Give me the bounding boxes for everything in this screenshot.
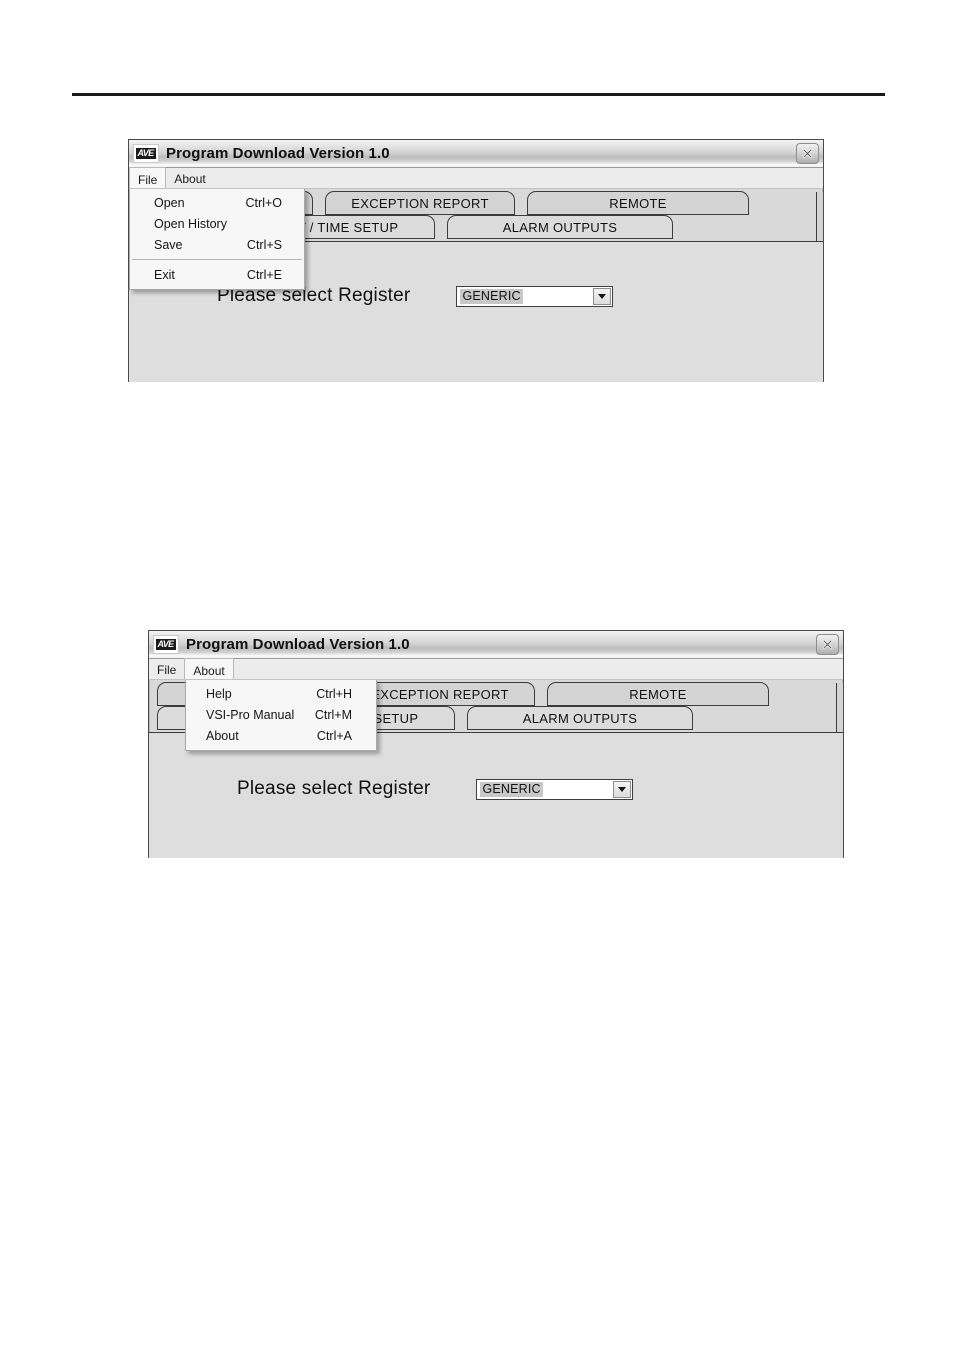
menu-item-help-label: Help: [206, 686, 232, 701]
menu-item-open-history[interactable]: Open History: [130, 213, 304, 234]
title-bar: AVE Program Download Version 1.0: [129, 140, 823, 168]
menu-item-open[interactable]: Open Ctrl+O: [130, 192, 304, 213]
menubar-item-about-label: About: [193, 663, 225, 678]
close-button[interactable]: [816, 634, 839, 655]
tab-alarm-outputs-label: ALARM OUTPUTS: [502, 219, 618, 235]
menubar-item-about[interactable]: About: [166, 168, 213, 188]
menubar-item-file[interactable]: File: [149, 659, 184, 679]
menu-item-save-label: Save: [154, 237, 183, 252]
tab-exception-report-label: EXCEPTION REPORT: [371, 686, 509, 702]
title-bar: AVE Program Download Version 1.0: [149, 631, 843, 659]
tab-exception-report[interactable]: EXCEPTION REPORT: [325, 191, 515, 215]
window-title: Program Download Version 1.0: [186, 636, 410, 653]
menu-item-about-accel: Ctrl+A: [316, 728, 352, 743]
menu-bar: File About: [149, 658, 843, 680]
menu-separator: [132, 259, 302, 260]
menu-item-open-history-label: Open History: [154, 216, 227, 231]
menu-item-exit[interactable]: Exit Ctrl+E: [130, 264, 304, 285]
menu-item-about[interactable]: About Ctrl+A: [186, 725, 376, 746]
tab-strip-right-clip: [816, 192, 823, 241]
menubar-item-file-label: File: [138, 172, 158, 187]
menubar-item-file[interactable]: File: [129, 167, 167, 188]
chevron-down-icon[interactable]: [593, 287, 612, 305]
menu-item-about-label: About: [206, 728, 239, 743]
register-label: Please select Register: [237, 778, 431, 799]
tab-remote-label: REMOTE: [629, 686, 687, 702]
register-select-value: GENERIC: [480, 781, 543, 797]
menu-item-help[interactable]: Help Ctrl+H: [186, 683, 376, 704]
program-download-window-file-menu: AVE Program Download Version 1.0 File Ab…: [128, 139, 824, 382]
ave-logo-icon: AVE: [133, 144, 159, 163]
about-menu-dropdown: Help Ctrl+H VSI-Pro Manual Ctrl+M About …: [185, 680, 377, 751]
tab-alarm-outputs[interactable]: ALARM OUTPUTS: [447, 215, 673, 239]
close-button[interactable]: [796, 143, 819, 164]
chevron-down-icon[interactable]: [613, 780, 632, 798]
menubar-item-about[interactable]: About: [184, 658, 234, 679]
ave-logo-text: AVE: [156, 639, 176, 650]
menu-item-save[interactable]: Save Ctrl+S: [130, 234, 304, 255]
menu-item-help-accel: Ctrl+H: [316, 686, 352, 701]
tab-remote[interactable]: REMOTE: [547, 682, 769, 706]
page-horizontal-rule: [72, 93, 885, 96]
tab-exception-report-label: EXCEPTION REPORT: [351, 195, 489, 211]
menu-item-vsi-pro-manual[interactable]: VSI-Pro Manual Ctrl+M: [186, 704, 376, 725]
close-icon: [802, 148, 813, 159]
menu-item-vsi-pro-manual-label: VSI-Pro Manual: [206, 707, 295, 722]
menubar-item-about-label: About: [174, 172, 206, 186]
menu-item-open-label: Open: [154, 195, 185, 210]
register-select[interactable]: GENERIC: [456, 285, 614, 307]
tab-remote-label: REMOTE: [609, 195, 667, 211]
register-selection-row: Please select Register GENERIC: [149, 778, 843, 800]
ave-logo-icon: AVE: [153, 635, 179, 654]
register-select[interactable]: GENERIC: [476, 778, 634, 800]
menu-item-exit-label: Exit: [154, 267, 175, 282]
menu-item-vsi-pro-manual-accel: Ctrl+M: [314, 707, 352, 722]
menu-item-exit-accel: Ctrl+E: [246, 267, 282, 282]
tab-alarm-outputs-label: ALARM OUTPUTS: [522, 710, 638, 726]
menu-bar: File About: [129, 167, 823, 189]
tab-remote[interactable]: REMOTE: [527, 191, 749, 215]
menu-item-open-accel: Ctrl+O: [245, 195, 282, 210]
window-title: Program Download Version 1.0: [166, 145, 390, 162]
tab-alarm-outputs[interactable]: ALARM OUTPUTS: [467, 706, 693, 730]
tab-strip-right-clip: [836, 683, 843, 732]
menubar-item-file-label: File: [157, 663, 177, 677]
close-icon: [822, 639, 833, 650]
menu-item-save-accel: Ctrl+S: [246, 237, 282, 252]
ave-logo-text: AVE: [136, 148, 156, 159]
register-select-value: GENERIC: [460, 288, 523, 304]
program-download-window-about-menu: AVE Program Download Version 1.0 File Ab…: [148, 630, 844, 858]
file-menu-dropdown: Open Ctrl+O Open History Save Ctrl+S Exi…: [129, 189, 305, 290]
